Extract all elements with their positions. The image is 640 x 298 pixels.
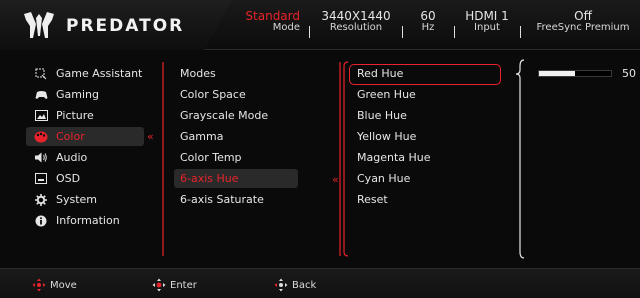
osd-footer: Move Enter Back <box>0 268 640 298</box>
joystick-back-icon <box>274 278 288 292</box>
status-refresh: 60 Hz <box>408 10 448 34</box>
status-freesync: Off FreeSync Premium <box>526 10 640 34</box>
status-input: HDMI 1 Input <box>460 10 514 34</box>
nav-item-label: Color <box>56 130 85 143</box>
input-value: HDMI 1 <box>465 9 509 23</box>
nav-item-label: OSD <box>56 172 81 185</box>
refresh-value: 60 <box>420 9 436 23</box>
joystick-move-icon <box>32 278 46 292</box>
nav-item-label: System <box>56 193 98 206</box>
nav-item-osd[interactable]: OSD <box>34 168 159 189</box>
slider-track[interactable] <box>538 70 612 77</box>
nav-item-label: Picture <box>56 109 94 122</box>
status-mode: Standard Mode <box>240 10 300 34</box>
status-divider <box>309 26 310 38</box>
nav-item-information[interactable]: Information <box>34 210 159 231</box>
hint-back-label: Back <box>292 279 317 291</box>
active-arrow-icon: « <box>147 130 154 143</box>
gear-icon <box>34 193 48 207</box>
status-divider <box>402 26 403 38</box>
nav-item-color[interactable]: Color « <box>26 126 159 147</box>
status-resolution: 3440X1440 Resolution <box>316 10 396 34</box>
option-blue-hue[interactable]: Blue Hue <box>357 105 497 126</box>
status-divider <box>454 26 455 38</box>
hint-enter-label: Enter <box>170 279 197 291</box>
submenu-item-color-space[interactable]: Color Space <box>180 84 300 105</box>
status-divider <box>520 26 521 38</box>
option-yellow-hue[interactable]: Yellow Hue <box>357 126 497 147</box>
submenu-item-modes[interactable]: Modes <box>180 63 300 84</box>
hint-move: Move <box>32 278 77 292</box>
submenu-item-color-temp[interactable]: Color Temp <box>180 147 300 168</box>
hue-options: Red Hue Green Hue Blue Hue Yellow Hue Ma… <box>349 63 501 210</box>
option-red-hue[interactable]: Red Hue <box>349 63 501 85</box>
nav-item-label: Information <box>56 214 120 227</box>
value-bracket <box>515 59 525 259</box>
color-submenu: Modes Color Space Grayscale Mode Gamma C… <box>174 63 300 210</box>
input-key: Input <box>474 22 500 33</box>
nav-item-label: Audio <box>56 151 88 164</box>
resolution-key: Resolution <box>329 22 383 33</box>
refresh-key: Hz <box>421 22 435 33</box>
osd-header: PREDATOR Standard Mode 3440X1440 Resolut… <box>0 0 640 50</box>
slider-fill <box>539 71 575 76</box>
nav-item-game-assistant[interactable]: Game Assistant <box>34 63 159 84</box>
option-cyan-hue[interactable]: Cyan Hue <box>357 168 497 189</box>
nav-item-audio[interactable]: Audio <box>34 147 159 168</box>
submenu-item-gamma[interactable]: Gamma <box>180 126 300 147</box>
option-reset[interactable]: Reset <box>357 189 497 210</box>
resolution-value: 3440X1440 <box>321 9 391 23</box>
nav-item-picture[interactable]: Picture <box>34 105 159 126</box>
mode-value: Standard <box>245 9 300 23</box>
options-bracket <box>343 61 349 257</box>
hue-slider[interactable]: 50 <box>538 67 640 80</box>
hint-enter: Enter <box>152 278 197 292</box>
hint-back: Back <box>274 278 316 292</box>
slider-value: 50 <box>622 67 636 80</box>
freesync-key: FreeSync Premium <box>536 22 630 33</box>
predator-logo-icon <box>24 12 54 38</box>
submenu-item-6-axis-hue[interactable]: 6-axis Hue <box>174 168 300 189</box>
submenu-active-arrow-icon: « <box>332 173 339 186</box>
brand-name: PREDATOR <box>66 16 185 36</box>
nav-item-gaming[interactable]: Gaming <box>34 84 159 105</box>
mode-key: Mode <box>272 22 300 33</box>
hint-move-label: Move <box>50 279 77 291</box>
nav-item-label: Game Assistant <box>56 67 143 80</box>
joystick-enter-icon <box>152 278 166 292</box>
palette-icon <box>34 130 48 144</box>
picture-icon <box>34 109 48 123</box>
nav-item-label: Gaming <box>56 88 99 101</box>
nav-item-system[interactable]: System <box>34 189 159 210</box>
main-menu: Game Assistant Gaming Picture Color « Au… <box>26 63 159 231</box>
osd-icon <box>34 172 48 186</box>
gamepad-icon <box>34 88 48 102</box>
option-green-hue[interactable]: Green Hue <box>357 84 497 105</box>
info-icon <box>34 214 48 228</box>
game-assistant-icon <box>34 67 48 81</box>
submenu-item-6-axis-saturate[interactable]: 6-axis Saturate <box>180 189 300 210</box>
speaker-icon <box>34 151 48 165</box>
submenu-item-grayscale-mode[interactable]: Grayscale Mode <box>180 105 300 126</box>
option-magenta-hue[interactable]: Magenta Hue <box>357 147 497 168</box>
freesync-value: Off <box>574 9 592 23</box>
